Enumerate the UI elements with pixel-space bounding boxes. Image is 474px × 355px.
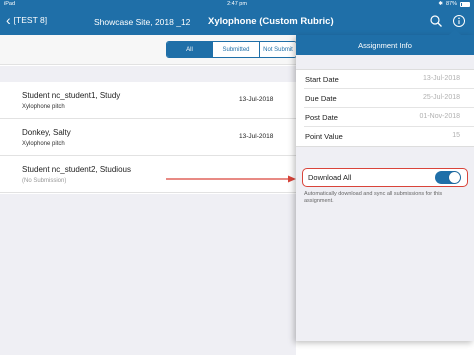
download-all-help: Automatically download and sync all subm… bbox=[304, 191, 443, 204]
student-name: Donkey, Salty bbox=[22, 128, 71, 137]
assignment-details: Start Date 13-Jul-2018 Due Date 25-Jul-2… bbox=[296, 69, 474, 147]
arrow-annotation bbox=[166, 175, 296, 183]
detail-value: 25-Jul-2018 bbox=[423, 94, 460, 101]
submission-title: (No Submission) bbox=[22, 178, 67, 184]
back-label: [TEST 8] bbox=[13, 15, 48, 25]
back-button[interactable]: ‹ [TEST 8] bbox=[6, 13, 47, 27]
submission-title: Xylophone pitch bbox=[22, 104, 65, 110]
chevron-left-icon: ‹ bbox=[6, 12, 11, 28]
status-bar: iPad 2:47 pm ✱ 87% bbox=[0, 0, 474, 8]
submission-filter: All Submitted Not Submit bbox=[166, 41, 297, 58]
detail-value: 01-Nov-2018 bbox=[419, 113, 460, 120]
submission-title: Xylophone pitch bbox=[22, 141, 65, 147]
assignment-info-popover: Assignment Info Start Date 13-Jul-2018 D… bbox=[296, 29, 474, 341]
detail-label: Post Date bbox=[305, 113, 338, 122]
tab-all[interactable]: All bbox=[167, 42, 213, 57]
tab-submitted[interactable]: Submitted bbox=[213, 42, 260, 57]
battery-percent: 87% bbox=[445, 1, 457, 7]
page-title: Xylophone (Custom Rubric) bbox=[208, 16, 334, 27]
submission-date: 13-Jul-2018 bbox=[239, 133, 274, 140]
student-name: Student nc_student2, Studious bbox=[22, 165, 131, 174]
list-item[interactable]: Student nc_student1, Study Xylophone pit… bbox=[0, 82, 296, 119]
bluetooth-icon: ✱ bbox=[438, 1, 443, 7]
nav-bar: ‹ [TEST 8] Showcase Site, 2018 _12 Xylop… bbox=[0, 8, 474, 35]
list-background bbox=[0, 194, 296, 355]
detail-value: 13-Jul-2018 bbox=[423, 75, 460, 82]
download-all-label: Download All bbox=[308, 173, 352, 182]
detail-row-post-date: Post Date 01-Nov-2018 bbox=[304, 108, 474, 127]
detail-row-point-value: Point Value 15 bbox=[304, 127, 474, 146]
course-name: Showcase Site, 2018 _12 bbox=[94, 17, 191, 27]
status-right: ✱ 87% bbox=[438, 1, 470, 7]
detail-label: Start Date bbox=[305, 75, 339, 84]
info-icon[interactable] bbox=[452, 14, 466, 28]
battery-icon bbox=[460, 1, 470, 7]
detail-row-due-date: Due Date 25-Jul-2018 bbox=[304, 89, 474, 108]
toggle-knob bbox=[449, 172, 460, 183]
tab-not-submitted[interactable]: Not Submit bbox=[260, 42, 296, 57]
detail-row-start-date: Start Date 13-Jul-2018 bbox=[304, 70, 474, 89]
student-name: Student nc_student1, Study bbox=[22, 91, 121, 100]
download-all-row: Download All bbox=[302, 168, 468, 187]
detail-label: Point Value bbox=[305, 132, 343, 141]
popover-title: Assignment Info bbox=[296, 35, 474, 55]
detail-value: 15 bbox=[452, 132, 460, 139]
download-all-toggle[interactable] bbox=[435, 171, 461, 184]
list-item[interactable]: Donkey, Salty Xylophone pitch 13-Jul-201… bbox=[0, 119, 296, 156]
search-icon[interactable] bbox=[429, 14, 443, 28]
submission-date: 13-Jul-2018 bbox=[239, 96, 274, 103]
status-time: 2:47 pm bbox=[227, 1, 247, 7]
detail-label: Due Date bbox=[305, 94, 337, 103]
